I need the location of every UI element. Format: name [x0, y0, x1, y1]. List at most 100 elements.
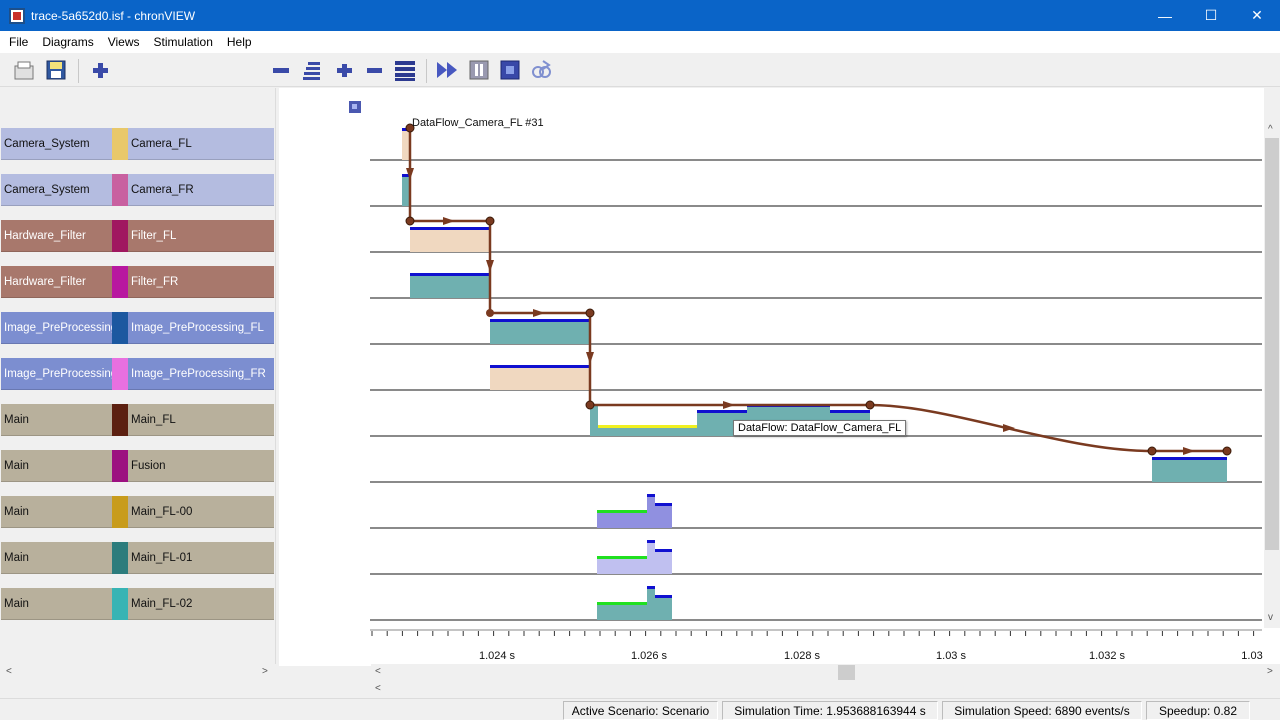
row-color-swatch: [112, 266, 128, 298]
menu-views[interactable]: Views: [101, 35, 147, 49]
row-name-label: Main_FL: [128, 404, 274, 436]
stimulation-icon[interactable]: [529, 58, 553, 82]
dataflow-node: [1147, 446, 1157, 456]
row-color-swatch: [112, 496, 128, 528]
left-panel-footer: < >: [0, 664, 276, 684]
row-name-label: Main_FL-00: [128, 496, 274, 528]
minimize-button[interactable]: —: [1142, 0, 1188, 31]
bar-filter-fr-marker: [410, 273, 490, 276]
row-group-label: Main: [1, 450, 112, 482]
bar-sub-a-green-2: [597, 602, 647, 605]
horizontal-scroll-thumb[interactable]: [838, 665, 855, 680]
expand-rows-icon[interactable]: [393, 58, 417, 82]
menu-file[interactable]: File: [2, 35, 35, 49]
row-label-main-fl[interactable]: Main Main_FL: [1, 404, 274, 436]
bar-main-fl-gap: [598, 405, 697, 425]
save-trace-icon[interactable]: [44, 58, 68, 82]
axis-tick-label: 1.024 s: [479, 650, 516, 662]
maximize-button[interactable]: ☐: [1188, 0, 1234, 31]
menu-help[interactable]: Help: [220, 35, 259, 49]
scroll-up-icon[interactable]: ^: [1268, 124, 1273, 135]
dataflow-arrow: [1183, 447, 1195, 455]
timeline-chart[interactable]: DataFlow_Camera_FL #31 DataFlow: DataFlo…: [279, 88, 1264, 628]
status-scenario: Active Scenario: Scenario: [563, 701, 718, 720]
hscroll2-left-icon[interactable]: <: [375, 683, 381, 694]
status-sim-time: Simulation Time: 1.953688163944 s: [722, 701, 938, 720]
bar-main-fl-2-marker: [697, 410, 747, 413]
row-name-label: Filter_FR: [128, 266, 274, 298]
dataflow-arrow: [533, 309, 545, 317]
row-label-camera-fr[interactable]: Camera_System Camera_FR: [1, 174, 274, 206]
scroll-left-icon[interactable]: <: [6, 666, 12, 677]
row-label-main-fl-00[interactable]: Main Main_FL-00: [1, 496, 274, 528]
collapse-rows-icon[interactable]: [300, 58, 324, 82]
row-color-swatch: [112, 174, 128, 206]
scroll-right-icon[interactable]: >: [262, 666, 268, 677]
row-group-label: Image_PreProcessing: [1, 312, 117, 344]
bar-sub-c-blue-1: [655, 549, 672, 552]
menu-diagrams[interactable]: Diagrams: [35, 35, 100, 49]
horizontal-scrollbar-2[interactable]: <: [371, 681, 1280, 698]
status-speedup: Speedup: 0.82: [1146, 701, 1250, 720]
vertical-scrollbar[interactable]: ^ v: [1264, 88, 1280, 628]
bar-sub-c-0: [655, 503, 672, 528]
horizontal-scrollbar[interactable]: < >: [371, 664, 1280, 681]
bar-sub-b-2: [647, 586, 655, 620]
row-group-label: Main: [1, 588, 112, 620]
add-row-icon[interactable]: [332, 58, 356, 82]
bar-sub-c-blue-0: [655, 503, 672, 506]
axis-tick-label: 1.03: [1241, 650, 1262, 662]
scroll-down-icon[interactable]: v: [1268, 612, 1273, 623]
row-group-label: Main: [1, 542, 112, 574]
row-name-label: Main_FL-02: [128, 588, 274, 620]
dataflow-node: [865, 400, 875, 410]
dataflow-arrow: [486, 260, 494, 272]
pause-icon[interactable]: [467, 58, 491, 82]
row-name-label: Image_PreProcessing_FR: [128, 358, 274, 390]
row-color-swatch: [112, 220, 128, 252]
row-name-label: Filter_FL: [128, 220, 274, 252]
window-title: trace-5a652d0.isf - chronVIEW: [31, 8, 196, 23]
bar-filter-fl-marker: [410, 227, 490, 230]
row-color-swatch: [112, 312, 128, 344]
bar-sub-b-blue-2: [647, 586, 655, 589]
bar-sub-c-1: [655, 549, 672, 574]
fast-forward-icon[interactable]: [435, 58, 459, 82]
bar-filter-fr: [410, 273, 490, 298]
vertical-scroll-thumb[interactable]: [1265, 138, 1279, 550]
close-button[interactable]: ✕: [1234, 0, 1280, 31]
row-label-main-fl-02[interactable]: Main Main_FL-02: [1, 588, 274, 620]
dataflow-node: [486, 309, 494, 317]
row-label-camera-fl[interactable]: Camera_System Camera_FL: [1, 128, 274, 160]
bar-main-fl-yellow: [598, 425, 697, 428]
bar-sub-a-green-1: [597, 556, 647, 559]
row-label-main-fl-01[interactable]: Main Main_FL-01: [1, 542, 274, 574]
remove-row-icon[interactable]: [362, 58, 386, 82]
app-icon: [9, 7, 25, 24]
axis-tick-label: 1.026 s: [631, 650, 668, 662]
bar-fusion-marker: [1152, 457, 1227, 460]
menu-stimulation[interactable]: Stimulation: [147, 35, 220, 49]
title-bar: trace-5a652d0.isf - chronVIEW — ☐ ✕: [0, 0, 1280, 31]
flow-label: DataFlow_Camera_FL #31: [412, 117, 544, 129]
bar-preproc-fr: [490, 365, 590, 390]
zoom-in-icon[interactable]: [88, 58, 112, 82]
hscroll-right-icon[interactable]: >: [1267, 666, 1273, 677]
row-color-swatch: [112, 542, 128, 574]
zoom-out-icon[interactable]: [269, 58, 293, 82]
row-label-image-preprocessing-fr[interactable]: Image_PreProcessing Image_PreProcessing_F…: [1, 358, 274, 390]
row-label-filter-fr[interactable]: Hardware_Filter Filter_FR: [1, 266, 274, 298]
row-label-filter-fl[interactable]: Hardware_Filter Filter_FL: [1, 220, 274, 252]
bar-sub-c-2: [655, 595, 672, 620]
row-group-label: Main: [1, 404, 112, 436]
toolbar: [0, 53, 1280, 127]
hscroll-left-icon[interactable]: <: [375, 666, 381, 677]
dataflow-arrow: [443, 217, 455, 225]
bar-sub-b-1: [647, 540, 655, 574]
stop-icon[interactable]: [498, 58, 522, 82]
open-trace-icon[interactable]: [12, 58, 36, 82]
bar-sub-b-blue-1: [647, 540, 655, 543]
row-label-image-preprocessing-fl[interactable]: Image_PreProcessing Image_PreProcessing_F…: [1, 312, 274, 344]
row-label-fusion[interactable]: Main Fusion: [1, 450, 274, 482]
row-name-label: Image_PreProcessing_FL: [128, 312, 274, 344]
